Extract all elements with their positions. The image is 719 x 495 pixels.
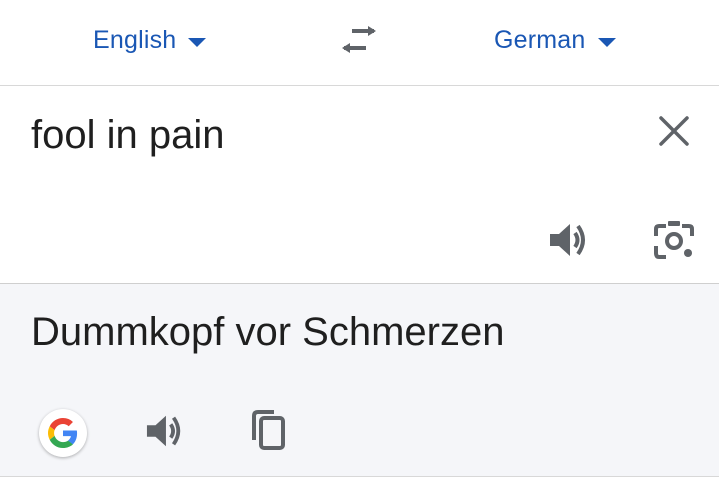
source-panel[interactable]: fool in pain [0,86,719,283]
translation-panel: Dummkopf vor Schmerzen [0,284,719,476]
caret-down-icon [597,37,616,47]
close-icon[interactable] [657,114,691,148]
translation-text: Dummkopf vor Schmerzen [31,310,505,354]
google-g-icon[interactable] [39,409,87,457]
target-language-button[interactable]: German [494,22,616,58]
google-lens-icon[interactable] [652,220,696,262]
language-bar: English German [0,0,719,85]
google-logo-icon [48,418,78,448]
target-language-label: German [494,25,586,54]
caret-down-icon [188,37,207,47]
source-text[interactable]: fool in pain [31,113,224,158]
copy-icon[interactable] [248,408,288,452]
speaker-icon[interactable] [145,412,185,450]
speaker-icon[interactable] [548,220,590,260]
source-language-button[interactable]: English [93,22,207,58]
swap-arrows-icon[interactable] [338,24,380,58]
source-language-label: English [93,25,177,54]
bottom-spacer [0,477,719,495]
